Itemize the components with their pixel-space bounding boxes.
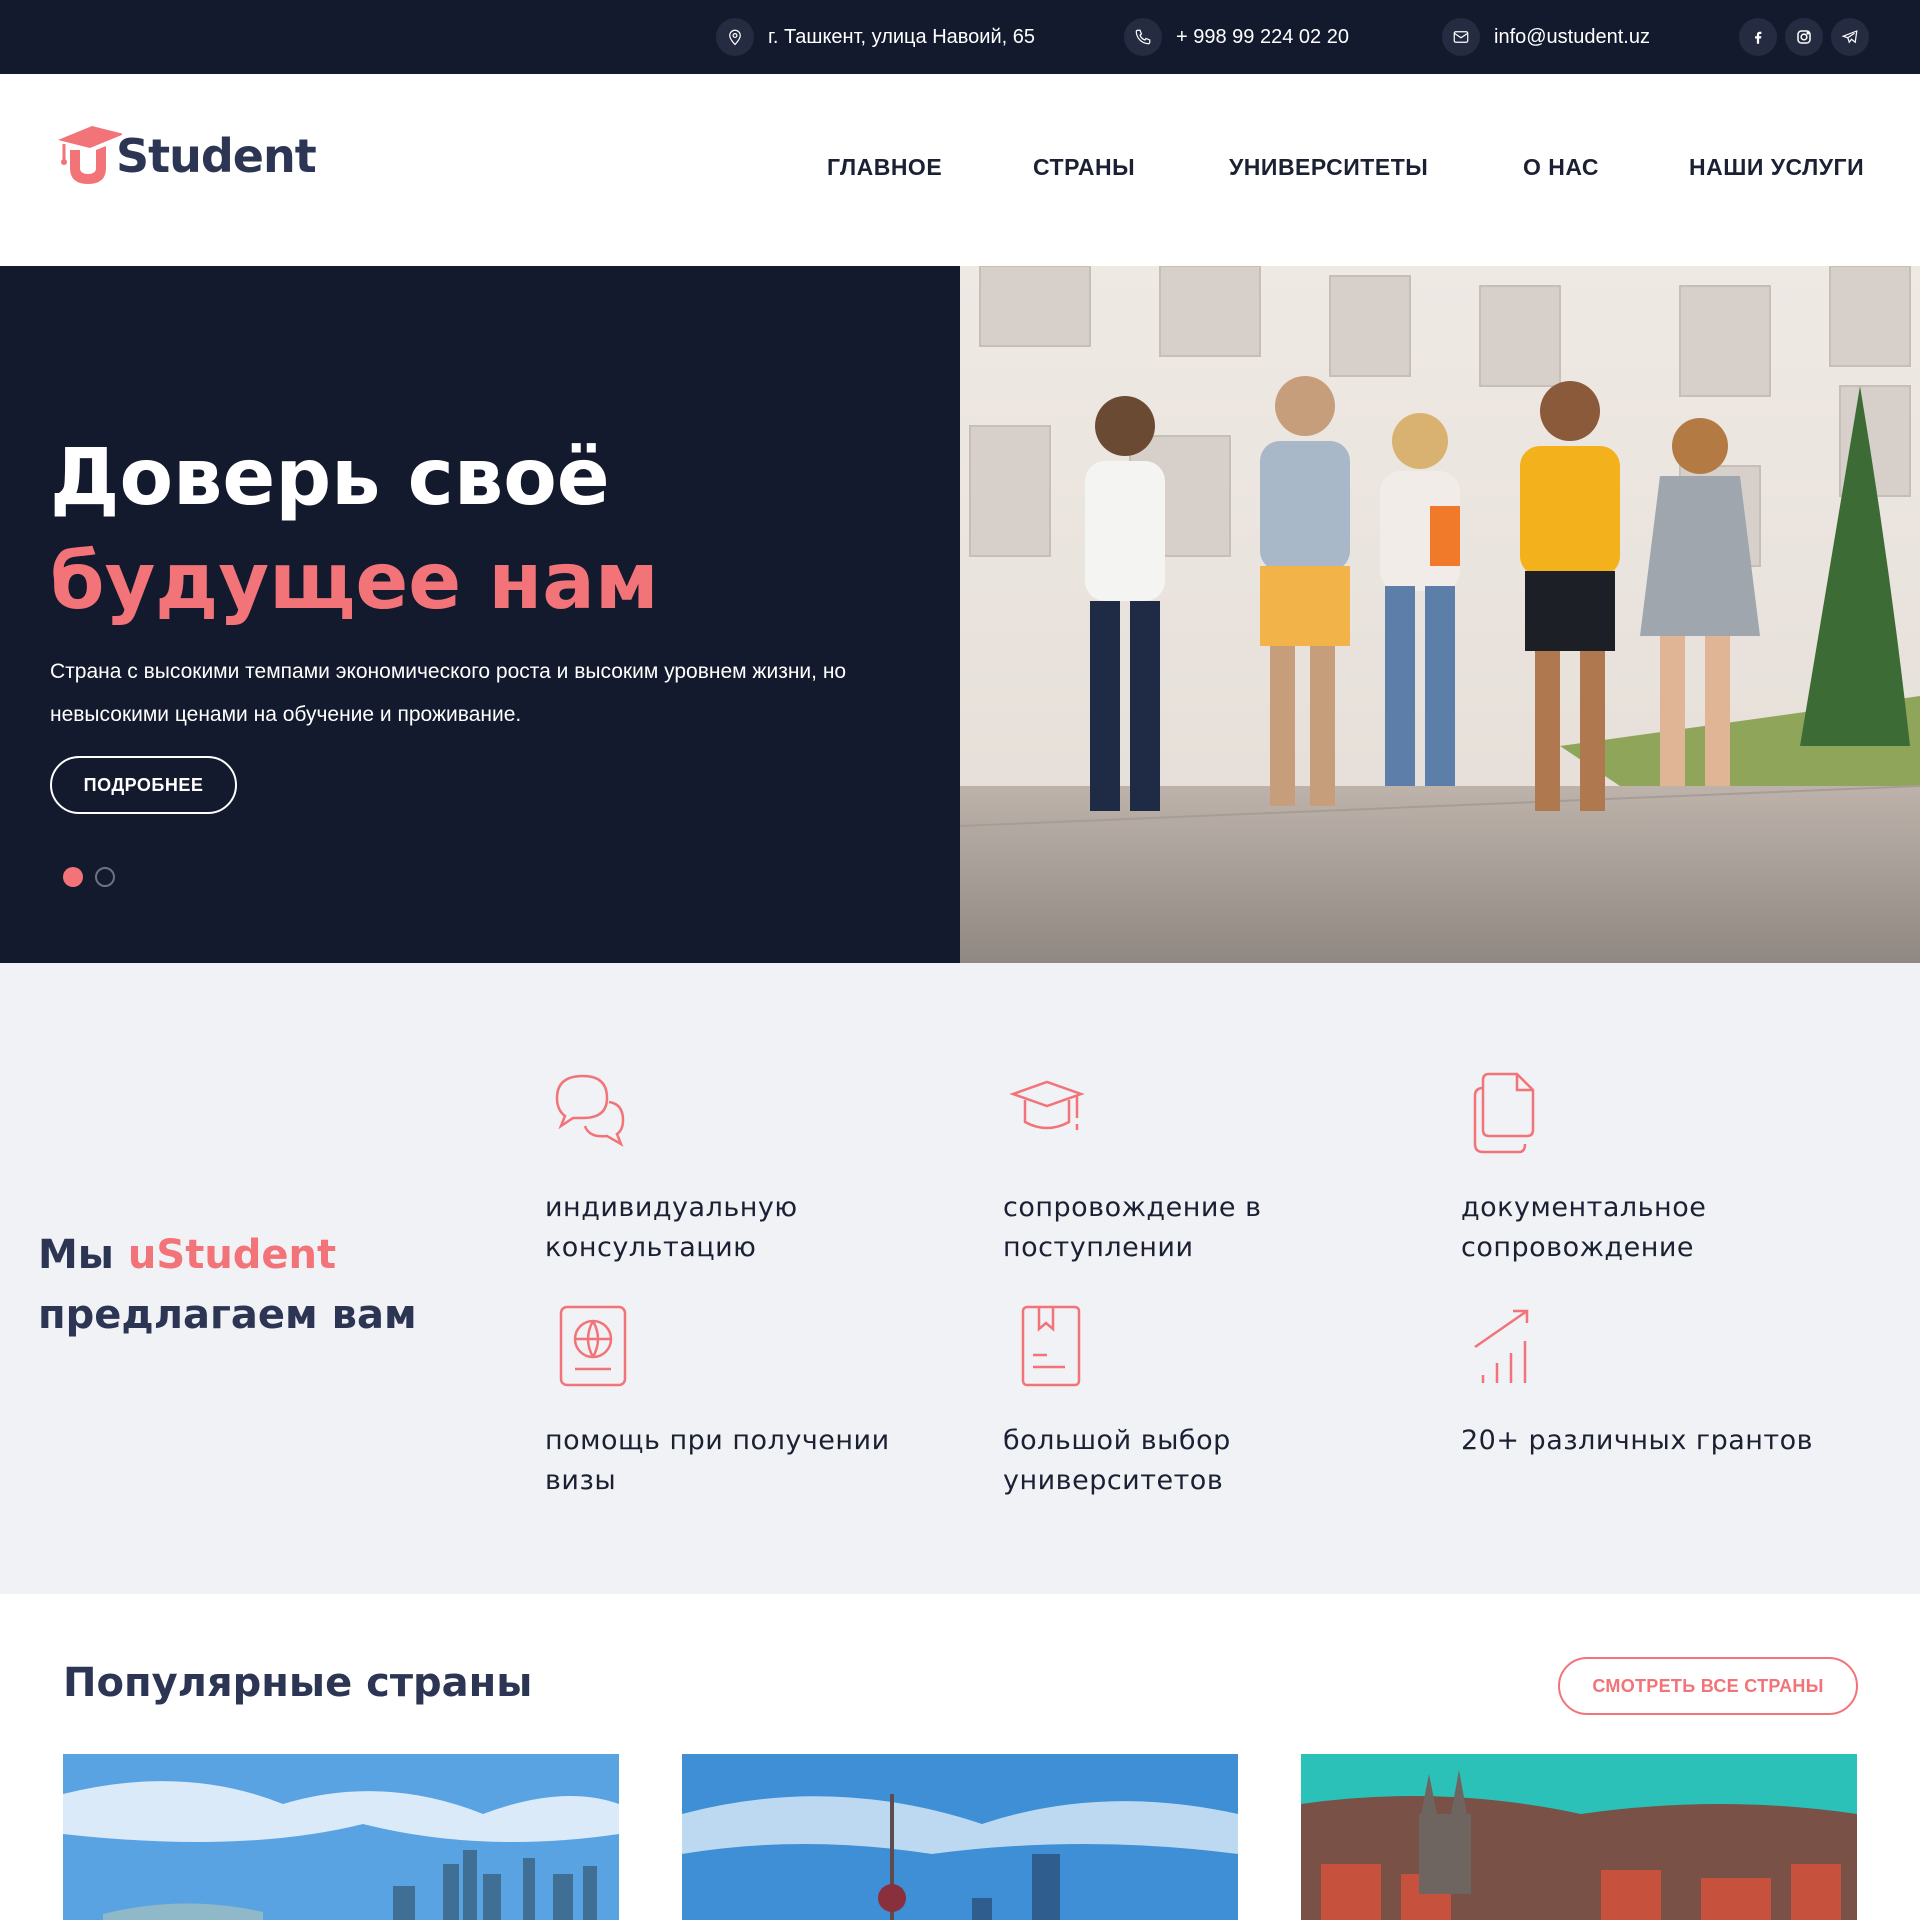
service-label: помощь при получении визы	[545, 1425, 890, 1496]
nav-item-countries[interactable]: СТРАНЫ	[1033, 154, 1135, 181]
facebook-icon[interactable]	[1739, 18, 1777, 56]
services-title-brand: uStudent	[127, 1232, 337, 1278]
service-label: сопровождение в поступлении	[1003, 1192, 1262, 1263]
service-item-grants: 20+ различных грантов	[1461, 1301, 1821, 1461]
service-label: индивидуальную консультацию	[545, 1192, 798, 1263]
location-pin-icon	[716, 18, 754, 56]
phone-item[interactable]: + 998 99 224 02 20	[1124, 18, 1349, 56]
telegram-icon[interactable]	[1831, 18, 1869, 56]
slider-dot[interactable]	[95, 867, 115, 887]
address-text: г. Ташкент, улица Навоий, 65	[768, 25, 1035, 48]
mail-icon	[1442, 18, 1480, 56]
logo-mark-icon	[58, 126, 122, 184]
logo-text: Student	[116, 129, 317, 183]
view-all-countries-button[interactable]: СМОТРЕТЬ ВСЕ СТРАНЫ	[1558, 1657, 1858, 1715]
services-title: Мы uStudent предлагаем вам	[38, 1225, 417, 1345]
slider-dot-active[interactable]	[63, 867, 83, 887]
hero-title-line1: Доверь своё	[50, 433, 610, 523]
hero-description: Страна с высокими темпами экономического…	[50, 660, 847, 726]
service-item-visa: помощь при получении визы	[545, 1301, 905, 1501]
hero-panel: Доверь своё будущее нам Страна с высоким…	[0, 266, 960, 963]
nav-item-services[interactable]: НАШИ УСЛУГИ	[1689, 154, 1864, 181]
email-text[interactable]: info@ustudent.uz	[1494, 26, 1650, 49]
country-card[interactable]	[1301, 1754, 1857, 1920]
growth-chart-icon	[1474, 1309, 1529, 1383]
hero-image	[960, 266, 1920, 963]
passport-icon	[559, 1305, 627, 1387]
chat-icon	[555, 1074, 625, 1147]
instagram-icon[interactable]	[1785, 18, 1823, 56]
nav-item-about[interactable]: О НАС	[1523, 154, 1599, 181]
documents-icon	[1473, 1072, 1535, 1154]
service-item-admission: сопровождение в поступлении	[1003, 1068, 1363, 1268]
services-section: Мы uStudent предлагаем вам индивидуальну…	[0, 963, 1920, 1594]
service-label: большой выбор университетов	[1003, 1425, 1231, 1496]
country-card[interactable]	[682, 1754, 1238, 1920]
service-item-universities: большой выбор университетов	[1003, 1301, 1363, 1501]
service-label: документальное сопровождение	[1461, 1192, 1707, 1263]
service-item-consultation: индивидуальную консультацию	[545, 1068, 905, 1268]
site-header: Student ГЛАВНОЕ СТРАНЫ УНИВЕРСИТЕТЫ О НА…	[0, 74, 1920, 266]
email-item[interactable]: info@ustudent.uz	[1442, 18, 1650, 56]
nav-item-universities[interactable]: УНИВЕРСИТЕТЫ	[1229, 154, 1428, 181]
ustudent-logo[interactable]: Student	[58, 116, 318, 196]
hero-title-line2: будущее нам	[50, 537, 659, 627]
top-bar: г. Ташкент, улица Навоий, 65 + 998 99 22…	[0, 0, 1920, 74]
country-card[interactable]	[63, 1754, 619, 1920]
service-item-documents: документальное сопровождение	[1461, 1068, 1821, 1268]
services-title-suffix: предлагаем вам	[38, 1292, 417, 1338]
address-item: г. Ташкент, улица Навоий, 65	[716, 18, 1035, 56]
book-icon	[1021, 1305, 1081, 1387]
more-button[interactable]: ПОДРОБНЕЕ	[50, 756, 237, 814]
graduation-cap-icon	[1009, 1080, 1085, 1130]
popular-countries-title: Популярные страны	[63, 1660, 533, 1706]
nav-item-home[interactable]: ГЛАВНОЕ	[827, 154, 942, 181]
services-title-prefix: Мы	[38, 1232, 128, 1278]
phone-text[interactable]: + 998 99 224 02 20	[1176, 26, 1349, 49]
phone-icon	[1124, 18, 1162, 56]
service-label: 20+ различных грантов	[1461, 1425, 1814, 1456]
